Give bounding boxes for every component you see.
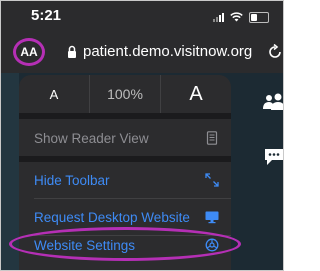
large-a-label: A <box>189 82 203 105</box>
hide-toolbar-item[interactable]: Hide Toolbar <box>19 162 231 198</box>
reader-view-icon <box>206 131 218 145</box>
status-time: 5:21 <box>31 7 62 24</box>
wifi-icon <box>230 12 243 22</box>
browser-screen: 5:21 AA patient.demo.visitnow.org A 100%… <box>0 0 284 271</box>
aa-label: AA <box>20 45 38 59</box>
increase-text-size-button[interactable]: A <box>161 75 231 113</box>
reload-icon[interactable] <box>267 44 283 60</box>
battery-icon <box>249 11 269 23</box>
zoom-level[interactable]: 100% <box>89 75 161 113</box>
show-reader-view-item[interactable]: Show Reader View <box>19 120 231 156</box>
status-icons <box>213 11 269 23</box>
zoom-level-label: 100% <box>107 86 143 102</box>
decrease-text-size-button[interactable]: A <box>19 75 89 113</box>
address-bar: AA patient.demo.visitnow.org <box>1 33 283 73</box>
url-field[interactable]: patient.demo.visitnow.org <box>83 43 252 60</box>
text-size-aa-button[interactable]: AA <box>13 38 45 66</box>
request-desktop-website-label: Request Desktop Website <box>34 209 190 225</box>
show-reader-view-label: Show Reader View <box>34 130 149 146</box>
lock-icon <box>68 45 76 58</box>
menu-divider <box>19 113 231 119</box>
hide-toolbar-label: Hide Toolbar <box>34 172 110 188</box>
cellular-signal-icon <box>213 12 224 22</box>
small-a-label: A <box>49 86 59 102</box>
expand-arrows-icon <box>205 173 219 187</box>
desktop-monitor-icon <box>205 211 219 224</box>
website-settings-highlight-oval <box>9 227 241 261</box>
chat-icon[interactable] <box>263 147 284 167</box>
people-icon[interactable] <box>263 93 284 113</box>
text-size-row: A 100% A <box>19 75 231 114</box>
status-bar: 5:21 <box>1 1 283 33</box>
